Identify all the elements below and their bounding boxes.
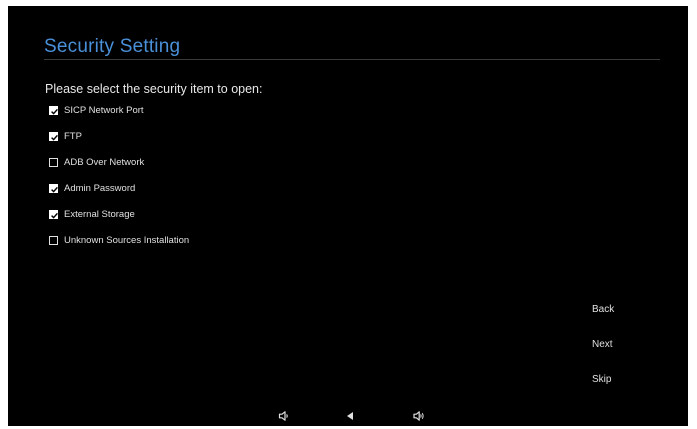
option-admin-password[interactable]: Admin Password [49, 180, 135, 196]
option-label: External Storage [64, 208, 135, 220]
option-label: ADB Over Network [64, 156, 145, 168]
checkbox-checked-icon[interactable] [49, 105, 58, 115]
checkbox-unchecked-icon[interactable] [49, 235, 58, 245]
option-ftp[interactable]: FTP [49, 128, 82, 144]
title-divider [44, 59, 660, 60]
checkbox-checked-icon[interactable] [49, 183, 58, 193]
option-external-storage[interactable]: External Storage [49, 206, 135, 222]
setup-screen: Security Setting Please select the secur… [8, 6, 688, 426]
checkbox-checked-icon[interactable] [49, 131, 58, 141]
option-adb-over-network[interactable]: ADB Over Network [49, 154, 144, 170]
option-label: Unknown Sources Installation [64, 234, 190, 246]
option-label: SICP Network Port [64, 104, 144, 116]
option-sicp-network-port[interactable]: SICP Network Port [49, 102, 144, 118]
checkbox-checked-icon[interactable] [49, 209, 58, 219]
checkbox-unchecked-icon[interactable] [49, 157, 58, 167]
next-button[interactable]: Next [588, 337, 617, 352]
volume-down-icon[interactable] [278, 410, 290, 422]
back-triangle-icon[interactable] [344, 410, 356, 422]
skip-button[interactable]: Skip [588, 372, 615, 387]
volume-up-icon[interactable] [413, 410, 425, 422]
back-button[interactable]: Back [588, 302, 618, 317]
instruction-text: Please select the security item to open: [45, 82, 263, 96]
option-label: FTP [64, 130, 82, 142]
system-navigation-bar [8, 406, 688, 426]
option-label: Admin Password [64, 182, 136, 194]
page-title: Security Setting [44, 36, 181, 57]
option-unknown-sources-installation[interactable]: Unknown Sources Installation [49, 232, 189, 248]
